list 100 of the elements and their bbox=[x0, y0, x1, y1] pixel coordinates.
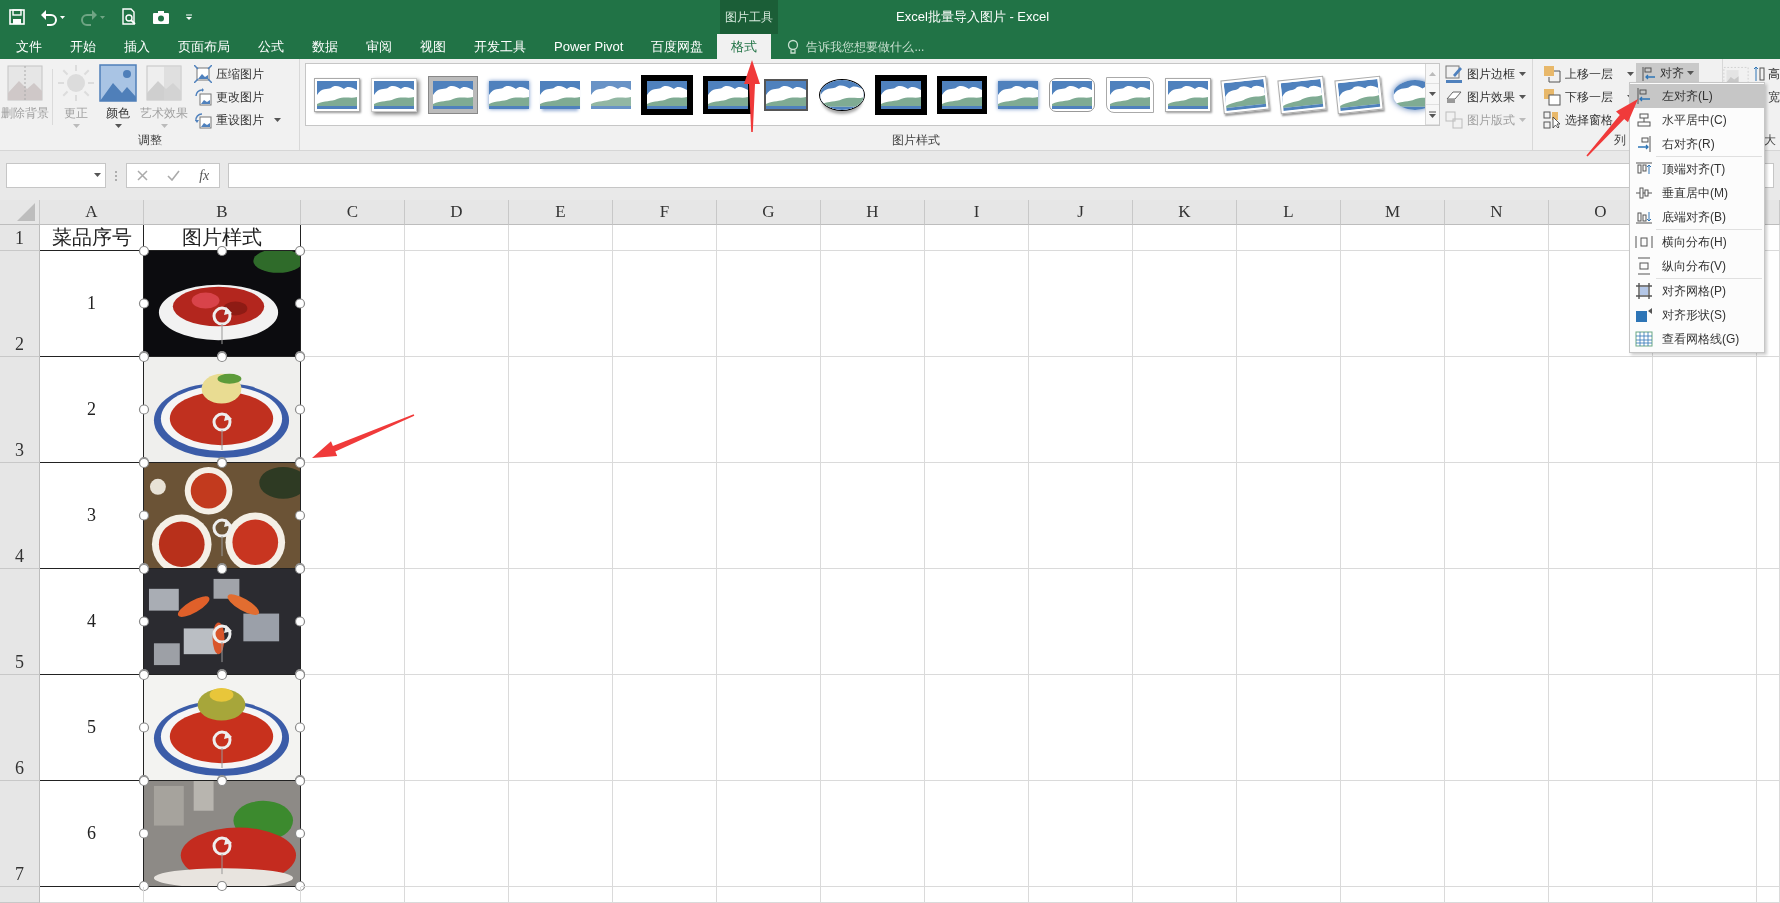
cancel-icon[interactable] bbox=[136, 170, 148, 181]
align-left-icon bbox=[1635, 87, 1653, 105]
column-header[interactable]: N bbox=[1445, 200, 1549, 225]
row-header[interactable]: 7 bbox=[0, 781, 40, 887]
caret-icon bbox=[1519, 71, 1526, 77]
caret-icon bbox=[160, 124, 168, 129]
scroll-down-icon bbox=[1429, 92, 1436, 96]
print-preview-icon[interactable] bbox=[120, 8, 138, 26]
save-icon[interactable] bbox=[8, 8, 26, 26]
picture-style-thumbnail[interactable] bbox=[1220, 75, 1270, 114]
column-header[interactable]: L bbox=[1237, 200, 1341, 225]
ribbon-button[interactable]: 图片边框 bbox=[1443, 63, 1528, 85]
caret-icon bbox=[1519, 117, 1526, 123]
ribbon-tab[interactable]: 百度网盘 bbox=[637, 34, 718, 59]
ribbon-button[interactable]: 压缩图片 bbox=[192, 63, 283, 85]
size-label: 宽 bbox=[1768, 88, 1780, 106]
picture-style-thumbnail[interactable] bbox=[1393, 79, 1425, 110]
picture-style-thumbnail[interactable] bbox=[937, 75, 987, 114]
column-header[interactable]: B bbox=[144, 200, 301, 225]
ribbon-button[interactable]: 下移一层 bbox=[1541, 86, 1636, 108]
ribbon-button[interactable]: 上移一层 bbox=[1541, 63, 1636, 85]
menu-item[interactable]: 横向分布(H) bbox=[1630, 230, 1764, 254]
align-right-icon bbox=[1635, 135, 1653, 153]
size-label: 高 bbox=[1768, 65, 1780, 83]
enter-check-icon[interactable] bbox=[166, 170, 180, 181]
picture-style-thumbnail[interactable] bbox=[1049, 77, 1095, 112]
column-header[interactable]: D bbox=[405, 200, 509, 225]
row-header[interactable]: 6 bbox=[0, 675, 40, 781]
row-header[interactable]: 1 bbox=[0, 225, 40, 251]
row-header[interactable]: 5 bbox=[0, 569, 40, 675]
backward-icon bbox=[1543, 88, 1561, 106]
menu-item[interactable]: 对齐网格(P) bbox=[1630, 279, 1764, 303]
menu-item[interactable]: 查看网格线(G) bbox=[1630, 327, 1764, 351]
picture-style-thumbnail[interactable] bbox=[819, 78, 865, 111]
camera-icon[interactable] bbox=[152, 8, 170, 26]
insert-function-button[interactable]: fx bbox=[199, 167, 210, 184]
group-label: 图片样式 bbox=[892, 132, 940, 149]
undo-icon[interactable] bbox=[40, 8, 66, 26]
row-header[interactable]: 3 bbox=[0, 357, 40, 463]
picture-style-thumbnail[interactable] bbox=[1334, 75, 1384, 114]
ribbon-button[interactable]: 图片效果 bbox=[1443, 86, 1528, 108]
column-header[interactable]: G bbox=[717, 200, 821, 225]
ribbon-tab[interactable]: 文件 bbox=[2, 34, 56, 59]
picture-style-thumbnail[interactable] bbox=[876, 75, 926, 114]
align-center-icon bbox=[1635, 111, 1653, 129]
ribbon-tab[interactable]: 公式 bbox=[244, 34, 298, 59]
column-header[interactable]: K bbox=[1133, 200, 1237, 225]
column-header[interactable]: J bbox=[1029, 200, 1133, 225]
window-title: Excel批量导入图片 - Excel bbox=[896, 8, 1050, 26]
picture-style-thumbnail[interactable] bbox=[703, 75, 753, 114]
picture-style-thumbnail[interactable] bbox=[428, 75, 478, 114]
ribbon-button[interactable]: 重设图片 bbox=[192, 109, 283, 131]
column-header[interactable]: E bbox=[509, 200, 613, 225]
gridlines-icon bbox=[1635, 330, 1653, 348]
picture-style-thumbnail[interactable] bbox=[1277, 75, 1327, 114]
ribbon-button[interactable]: 颜色 bbox=[97, 63, 139, 129]
picture-style-thumbnail[interactable] bbox=[1106, 76, 1154, 113]
picture-style-thumbnail[interactable] bbox=[591, 80, 631, 109]
ribbon-tab[interactable]: 开发工具 bbox=[460, 34, 540, 59]
layout-icon bbox=[1445, 111, 1463, 129]
caret-icon bbox=[1627, 71, 1634, 77]
scroll-down-button[interactable] bbox=[1426, 84, 1439, 105]
ribbon-tab[interactable]: 视图 bbox=[406, 34, 460, 59]
align-button[interactable]: 对齐 bbox=[1636, 63, 1699, 84]
ribbon-tab[interactable]: 页面布局 bbox=[164, 34, 244, 59]
tell-me-field[interactable]: 告诉我您想要做什么... bbox=[804, 38, 959, 55]
picture-style-thumbnail[interactable] bbox=[764, 78, 808, 111]
row-header[interactable]: 4 bbox=[0, 463, 40, 569]
height-icon bbox=[1753, 66, 1765, 82]
context-tab-label: 图片工具 bbox=[720, 0, 778, 34]
column-header[interactable]: F bbox=[613, 200, 717, 225]
menu-item[interactable]: 左对齐(L) bbox=[1630, 84, 1764, 108]
selection-handles-drawing[interactable] bbox=[138, 775, 306, 892]
ribbon-tab[interactable]: Power Pivot bbox=[540, 34, 638, 59]
ribbon-tab[interactable]: 开始 bbox=[56, 34, 110, 59]
row-header[interactable]: 2 bbox=[0, 251, 40, 357]
column-header[interactable]: I bbox=[925, 200, 1029, 225]
ribbon-tab[interactable]: 插入 bbox=[110, 34, 164, 59]
picture-style-thumbnail[interactable] bbox=[1165, 77, 1211, 112]
column-header[interactable]: C bbox=[301, 200, 405, 225]
column-header[interactable]: M bbox=[1341, 200, 1445, 225]
menu-item[interactable]: 纵向分布(V) bbox=[1630, 254, 1764, 278]
picture-style-thumbnail[interactable] bbox=[489, 80, 529, 109]
menu-item[interactable]: 对齐形状(S) bbox=[1630, 303, 1764, 327]
formula-field[interactable] bbox=[228, 163, 1774, 188]
menu-item[interactable]: 顶端对齐(T) bbox=[1630, 157, 1764, 181]
menu-item[interactable]: 右对齐(R) bbox=[1630, 132, 1764, 156]
menu-item[interactable]: 水平居中(C) bbox=[1630, 108, 1764, 132]
ribbon-tab[interactable]: 审阅 bbox=[352, 34, 406, 59]
column-header[interactable]: A bbox=[40, 200, 144, 225]
picture-style-thumbnail[interactable] bbox=[540, 80, 580, 109]
column-header[interactable]: H bbox=[821, 200, 925, 225]
align-icon bbox=[1641, 65, 1657, 82]
picture-style-thumbnail[interactable] bbox=[642, 75, 692, 114]
picture-style-thumbnail[interactable] bbox=[998, 80, 1038, 109]
ribbon-tab[interactable]: 数据 bbox=[298, 34, 352, 59]
picture-style-thumbnail[interactable] bbox=[314, 77, 360, 112]
ribbon-button[interactable]: 更改图片 bbox=[192, 86, 283, 108]
ribbon-tab[interactable]: 格式 bbox=[717, 34, 772, 59]
pane-icon bbox=[1543, 111, 1561, 129]
